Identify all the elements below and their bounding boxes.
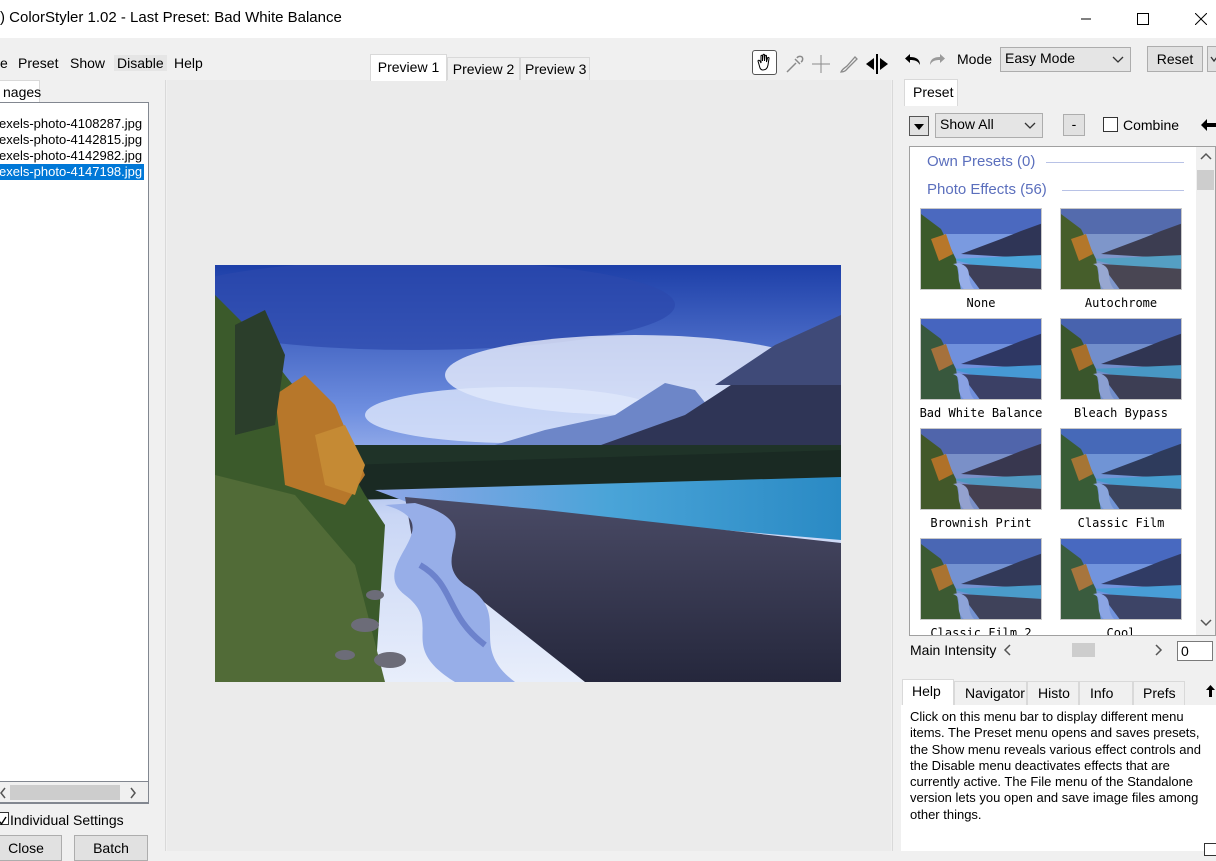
tab-preset[interactable]: Preset bbox=[904, 79, 958, 106]
brush-icon[interactable] bbox=[838, 53, 860, 75]
preset-thumbnail[interactable] bbox=[920, 318, 1042, 400]
section-divider bbox=[1062, 190, 1184, 191]
scroll-right-icon bbox=[130, 787, 136, 799]
preset-label: Bleach Bypass bbox=[1074, 406, 1168, 420]
checkmark-icon bbox=[0, 816, 7, 826]
scroll-left-icon bbox=[1003, 644, 1011, 656]
hand-icon bbox=[757, 53, 770, 71]
tab-preview-3[interactable]: Preview 3 bbox=[520, 57, 590, 80]
combine-checkbox[interactable] bbox=[1103, 117, 1118, 132]
scroll-left-icon bbox=[0, 787, 6, 799]
tab-preview-2[interactable]: Preview 2 bbox=[447, 57, 520, 80]
preset-label: Bad White Balance bbox=[919, 406, 1043, 420]
tab-help[interactable]: Help bbox=[902, 679, 954, 706]
section-own-presets[interactable]: Own Presets (0) bbox=[927, 153, 1035, 170]
scroll-right-icon bbox=[1155, 644, 1163, 656]
menu-help[interactable]: Help bbox=[174, 55, 203, 71]
app-icon-fragment: ) bbox=[0, 9, 5, 26]
preset-filter-select[interactable]: Show All bbox=[935, 113, 1043, 138]
crosshair-icon[interactable] bbox=[810, 53, 832, 75]
menu-file[interactable]: e bbox=[0, 55, 8, 71]
scroll-thumb[interactable] bbox=[1197, 170, 1214, 190]
batch-button[interactable]: Batch bbox=[74, 835, 148, 861]
menu-show[interactable]: Show bbox=[70, 55, 105, 71]
preset-thumbnail[interactable] bbox=[1060, 428, 1182, 510]
preset-label: Classic Film bbox=[1077, 516, 1165, 530]
list-item[interactable]: exels-photo-4142815.jpg bbox=[0, 132, 144, 148]
preset-label: Cool bbox=[1106, 626, 1136, 636]
preset-label: Classic Film 2 bbox=[930, 626, 1032, 636]
eyedropper-icon[interactable] bbox=[783, 53, 805, 75]
section-photo-effects[interactable]: Photo Effects (56) bbox=[927, 181, 1047, 198]
file-list-scrollbar[interactable] bbox=[0, 781, 149, 803]
split-view-icon[interactable] bbox=[865, 52, 889, 76]
list-item[interactable]: exels-photo-4108287.jpg bbox=[0, 116, 144, 132]
tab-prefs[interactable]: Prefs bbox=[1133, 681, 1185, 706]
menu-preset[interactable]: Preset bbox=[18, 55, 58, 71]
preset-scrollbar[interactable] bbox=[1196, 147, 1215, 635]
minimize-button[interactable] bbox=[1057, 0, 1115, 38]
arrow-up-icon[interactable] bbox=[1205, 684, 1216, 698]
redo-icon[interactable] bbox=[928, 52, 946, 68]
chevron-down-icon bbox=[1024, 122, 1036, 129]
chevron-down-icon bbox=[1210, 56, 1216, 63]
individual-settings-label: Individual Settings bbox=[10, 812, 124, 828]
preview-image[interactable] bbox=[215, 265, 841, 682]
preset-menu-button[interactable] bbox=[909, 116, 929, 136]
scroll-thumb[interactable] bbox=[10, 785, 120, 800]
reset-button[interactable]: Reset bbox=[1147, 46, 1203, 72]
maximize-button[interactable] bbox=[1114, 0, 1172, 38]
close-button[interactable]: Close bbox=[0, 835, 62, 861]
preset-label: Brownish Print bbox=[930, 516, 1032, 530]
title-bar: ) ColorStyler 1.02 - Last Preset: Bad Wh… bbox=[0, 0, 1216, 38]
mode-label: Mode bbox=[957, 51, 993, 67]
individual-settings-checkbox[interactable] bbox=[0, 812, 9, 826]
preset-label: None bbox=[966, 296, 996, 310]
minimize-icon bbox=[1081, 18, 1091, 20]
preset-thumbnail[interactable] bbox=[1060, 208, 1182, 290]
section-divider bbox=[1046, 162, 1184, 163]
remove-preset-button[interactable]: - bbox=[1063, 114, 1085, 136]
list-item-selected[interactable]: exels-photo-4147198.jpg bbox=[0, 164, 145, 180]
chevron-down-icon bbox=[1112, 56, 1124, 63]
preset-label: Autochrome bbox=[1084, 296, 1158, 310]
reset-dropdown-button[interactable] bbox=[1207, 46, 1216, 72]
landscape-photo bbox=[215, 265, 841, 682]
preset-gallery: Own Presets (0) Photo Effects (56) None A… bbox=[909, 146, 1216, 636]
mode-select[interactable]: Easy Mode bbox=[1000, 47, 1131, 72]
tab-images[interactable]: nages bbox=[0, 80, 41, 104]
maximize-icon bbox=[1137, 13, 1149, 25]
combine-label: Combine bbox=[1123, 117, 1180, 133]
scroll-down-icon bbox=[1200, 619, 1212, 627]
help-text: Click on this menu bar to display differ… bbox=[910, 709, 1201, 822]
preset-thumbnail[interactable] bbox=[920, 428, 1042, 510]
slider-thumb[interactable] bbox=[1072, 643, 1095, 657]
main-intensity-slider[interactable] bbox=[1001, 641, 1170, 659]
main-intensity-label: Main Intensity bbox=[910, 642, 997, 658]
hand-tool-button[interactable] bbox=[752, 50, 777, 75]
tab-info[interactable]: Info bbox=[1079, 681, 1133, 706]
window-title: ) ColorStyler 1.02 - Last Preset: Bad Wh… bbox=[0, 9, 342, 26]
close-window-button[interactable] bbox=[1172, 0, 1216, 38]
tab-histo[interactable]: Histo bbox=[1027, 681, 1079, 706]
arrow-left-icon[interactable] bbox=[1200, 118, 1216, 132]
preset-thumbnail[interactable] bbox=[1060, 538, 1182, 620]
tab-navigator[interactable]: Navigator bbox=[954, 681, 1027, 706]
tab-preview-1[interactable]: Preview 1 bbox=[370, 54, 447, 81]
main-intensity-input[interactable]: 0 bbox=[1177, 641, 1213, 661]
preset-thumbnail[interactable] bbox=[920, 538, 1042, 620]
image-file-list[interactable]: exels-photo-4108287.jpg exels-photo-4142… bbox=[0, 102, 149, 804]
scroll-up-icon bbox=[1200, 152, 1212, 160]
list-item[interactable]: exels-photo-4142982.jpg bbox=[0, 148, 144, 164]
dropdown-arrow-icon bbox=[914, 124, 924, 130]
preset-thumbnail[interactable] bbox=[1060, 318, 1182, 400]
help-checkbox[interactable] bbox=[1204, 843, 1216, 856]
menu-disable[interactable]: Disable bbox=[114, 55, 167, 71]
close-icon bbox=[1195, 13, 1207, 25]
preset-thumbnail[interactable] bbox=[920, 208, 1042, 290]
undo-icon[interactable] bbox=[904, 52, 922, 68]
